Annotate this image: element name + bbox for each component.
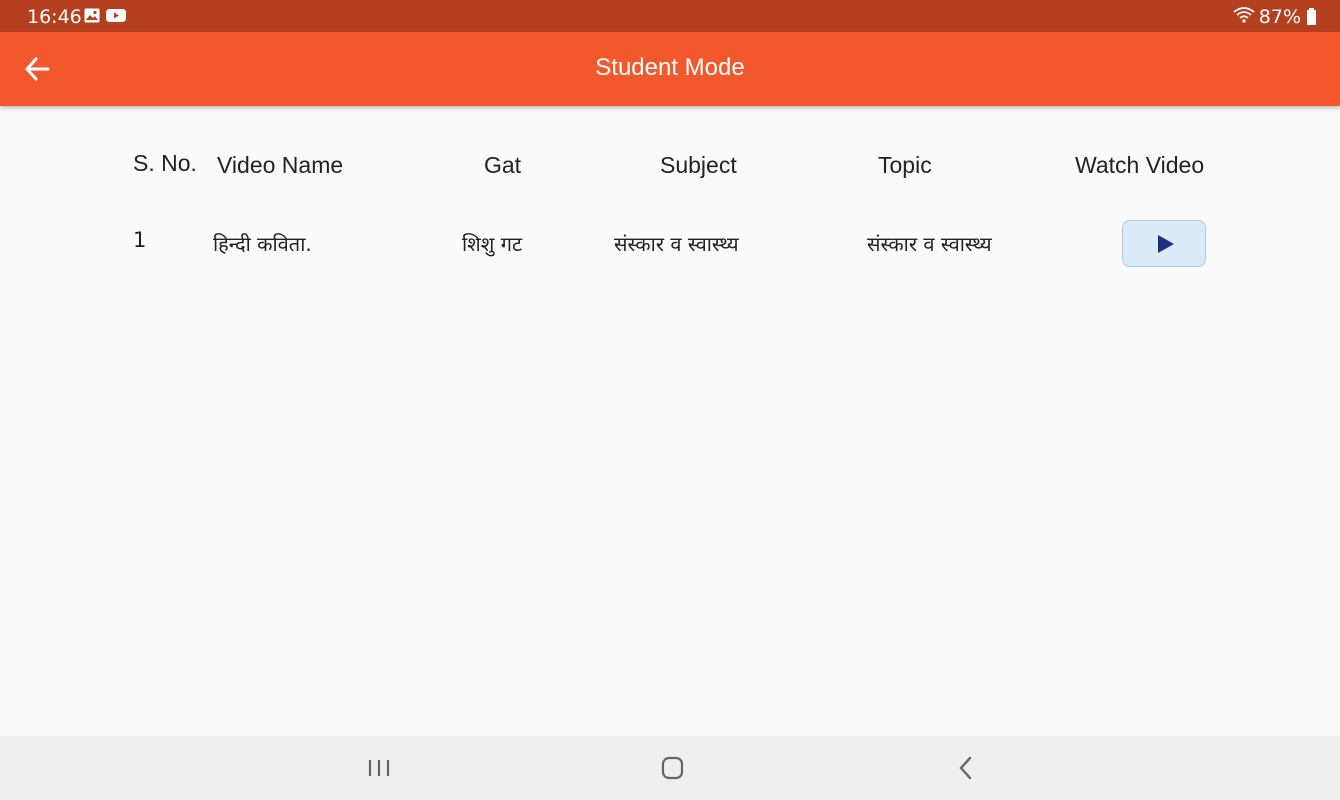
nav-back-button[interactable]	[953, 754, 979, 786]
home-icon	[661, 756, 684, 780]
header-sno: S. No.	[133, 150, 197, 176]
header-topic: Topic	[878, 152, 932, 178]
navigation-bar	[0, 736, 1340, 800]
cell-gat: शिशु गट	[462, 232, 523, 256]
app-bar: Student Mode	[0, 32, 1340, 106]
status-bar: 16:46 87%	[0, 0, 1340, 32]
cell-subject: संस्कार व स्वास्थ्य	[614, 232, 739, 256]
image-icon	[84, 8, 100, 23]
back-icon	[959, 756, 972, 780]
youtube-icon	[106, 8, 126, 23]
cell-topic: संस्कार व स्वास्थ्य	[867, 232, 992, 256]
status-time: 16:46	[27, 6, 82, 28]
status-right: 87%	[1233, 6, 1316, 28]
home-button[interactable]	[659, 754, 687, 786]
wifi-icon	[1233, 6, 1255, 28]
header-watch-video: Watch Video	[1075, 152, 1205, 178]
battery-text: 87%	[1258, 6, 1301, 28]
cell-video-name: हिन्दी कविता.	[213, 232, 312, 256]
header-video-name: Video Name	[217, 152, 344, 178]
recent-apps-icon	[368, 760, 390, 776]
cell-sno: 1	[133, 228, 147, 252]
battery-icon	[1307, 7, 1316, 25]
page-title: Student Mode	[595, 54, 745, 81]
watch-video-button[interactable]	[1122, 220, 1206, 267]
header-gat: Gat	[484, 152, 522, 178]
play-icon	[1158, 235, 1174, 253]
header-subject: Subject	[660, 152, 737, 178]
recent-apps-button[interactable]	[366, 754, 392, 786]
